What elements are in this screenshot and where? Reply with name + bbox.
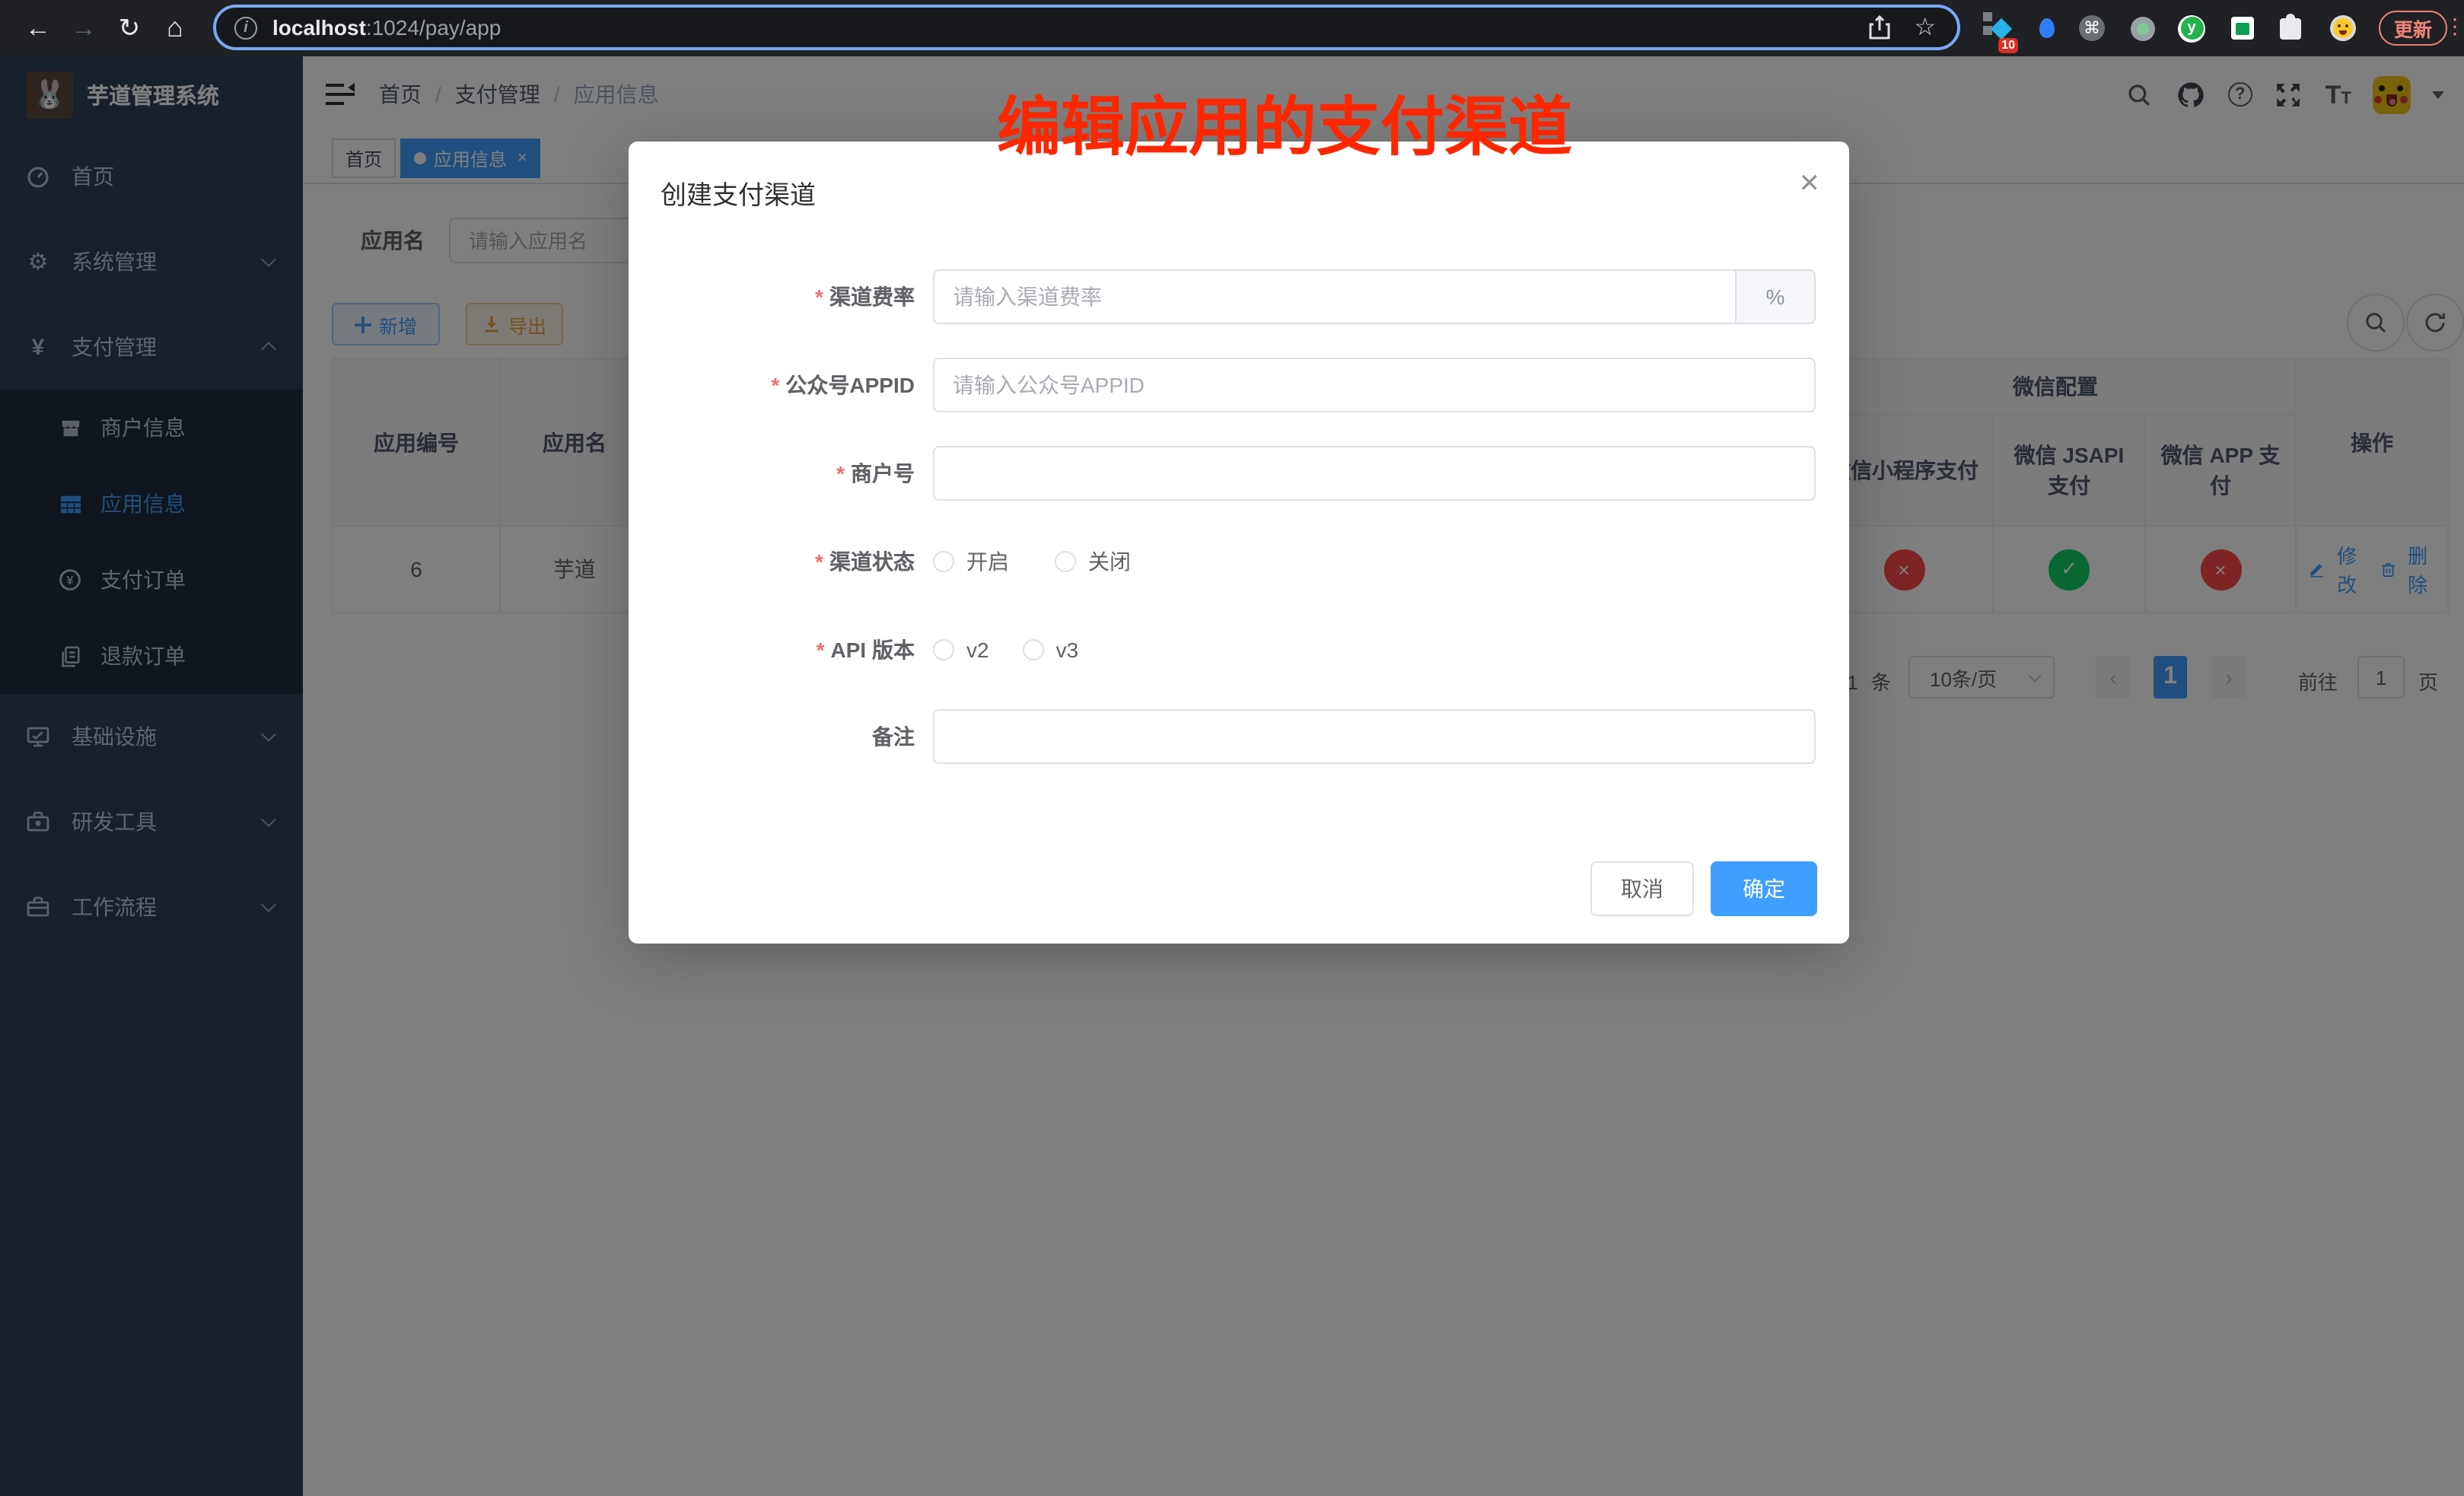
extension-y-icon[interactable]: y (2178, 0, 2205, 56)
cancel-button[interactable]: 取消 (1590, 861, 1694, 916)
status-open-radio[interactable]: 开启 (933, 546, 1009, 577)
percent-suffix: % (1735, 271, 1814, 323)
form-row-mch: *商户号 (629, 446, 1849, 501)
extension-diamond-icon[interactable]: 10 (1983, 0, 2010, 56)
appid-input[interactable] (934, 359, 1814, 411)
extensions-puzzle-icon[interactable] (2280, 0, 2301, 56)
mch-input[interactable] (934, 447, 1814, 499)
browser-reload-icon[interactable]: ↻ (107, 13, 152, 43)
browser-home-icon[interactable]: ⌂ (152, 12, 198, 44)
form-row-rate: *渠道费率 % (629, 269, 1849, 324)
api-v2-radio[interactable]: v2 (933, 638, 989, 662)
extension-badge: 10 (1998, 38, 2018, 53)
browser-forward-icon[interactable]: → (61, 13, 107, 43)
extension-chat-icon[interactable] (2231, 0, 2254, 56)
browser-update-button[interactable]: 更新 (2379, 11, 2447, 46)
rate-input[interactable] (934, 271, 1735, 323)
appid-label: 公众号APPID (785, 373, 915, 397)
form-row-appid: *公众号APPID (629, 358, 1849, 412)
radio-circle-icon (933, 639, 954, 660)
dialog-title: 创建支付渠道 (661, 173, 816, 212)
browser-back-icon[interactable]: ← (15, 13, 61, 43)
bookmark-star-icon[interactable]: ☆ (1914, 12, 1936, 43)
extension-record-icon[interactable] (2131, 0, 2155, 56)
radio-circle-icon (1055, 551, 1076, 572)
create-channel-dialog: 创建支付渠道 ✕ *渠道费率 % *公众号APPID *商户号 *渠 (629, 142, 1849, 944)
status-label: 渠道状态 (829, 549, 915, 574)
rate-label: 渠道费率 (829, 285, 915, 309)
form-row-status: *渠道状态 开启 关闭 (629, 534, 1849, 589)
share-icon[interactable] (1868, 15, 1889, 40)
browser-menu-icon[interactable]: ⋮ (2444, 14, 2464, 40)
form-row-remark: 备注 (629, 709, 1849, 764)
annotation-title: 编辑应用的支付渠道 (997, 76, 1572, 169)
mch-label: 商户号 (851, 461, 915, 485)
remark-input[interactable] (934, 711, 1814, 762)
form-row-api: *API 版本 v2 v3 (629, 622, 1849, 677)
radio-circle-icon (1023, 639, 1044, 660)
profile-avatar-icon[interactable] (2330, 0, 2356, 56)
confirm-button[interactable]: 确定 (1711, 861, 1817, 916)
api-label: API 版本 (831, 638, 915, 662)
url-text: localhost:1024/pay/app (272, 15, 501, 40)
api-v3-radio[interactable]: v3 (1023, 638, 1079, 662)
remark-label: 备注 (872, 724, 915, 749)
close-icon[interactable]: ✕ (1799, 169, 1821, 199)
screen: ← → ↻ ⌂ i localhost:1024/pay/app ☆ 10 ⌘ (0, 0, 2464, 1496)
site-info-icon[interactable]: i (234, 16, 257, 39)
extension-balloon-icon[interactable] (2039, 0, 2055, 56)
status-close-radio[interactable]: 关闭 (1055, 546, 1131, 577)
address-bar[interactable]: i localhost:1024/pay/app ☆ (213, 5, 1960, 50)
browser-toolbar: ← → ↻ ⌂ i localhost:1024/pay/app ☆ 10 ⌘ (0, 0, 2464, 56)
radio-circle-icon (933, 551, 954, 572)
extension-command-icon[interactable]: ⌘ (2079, 0, 2105, 56)
